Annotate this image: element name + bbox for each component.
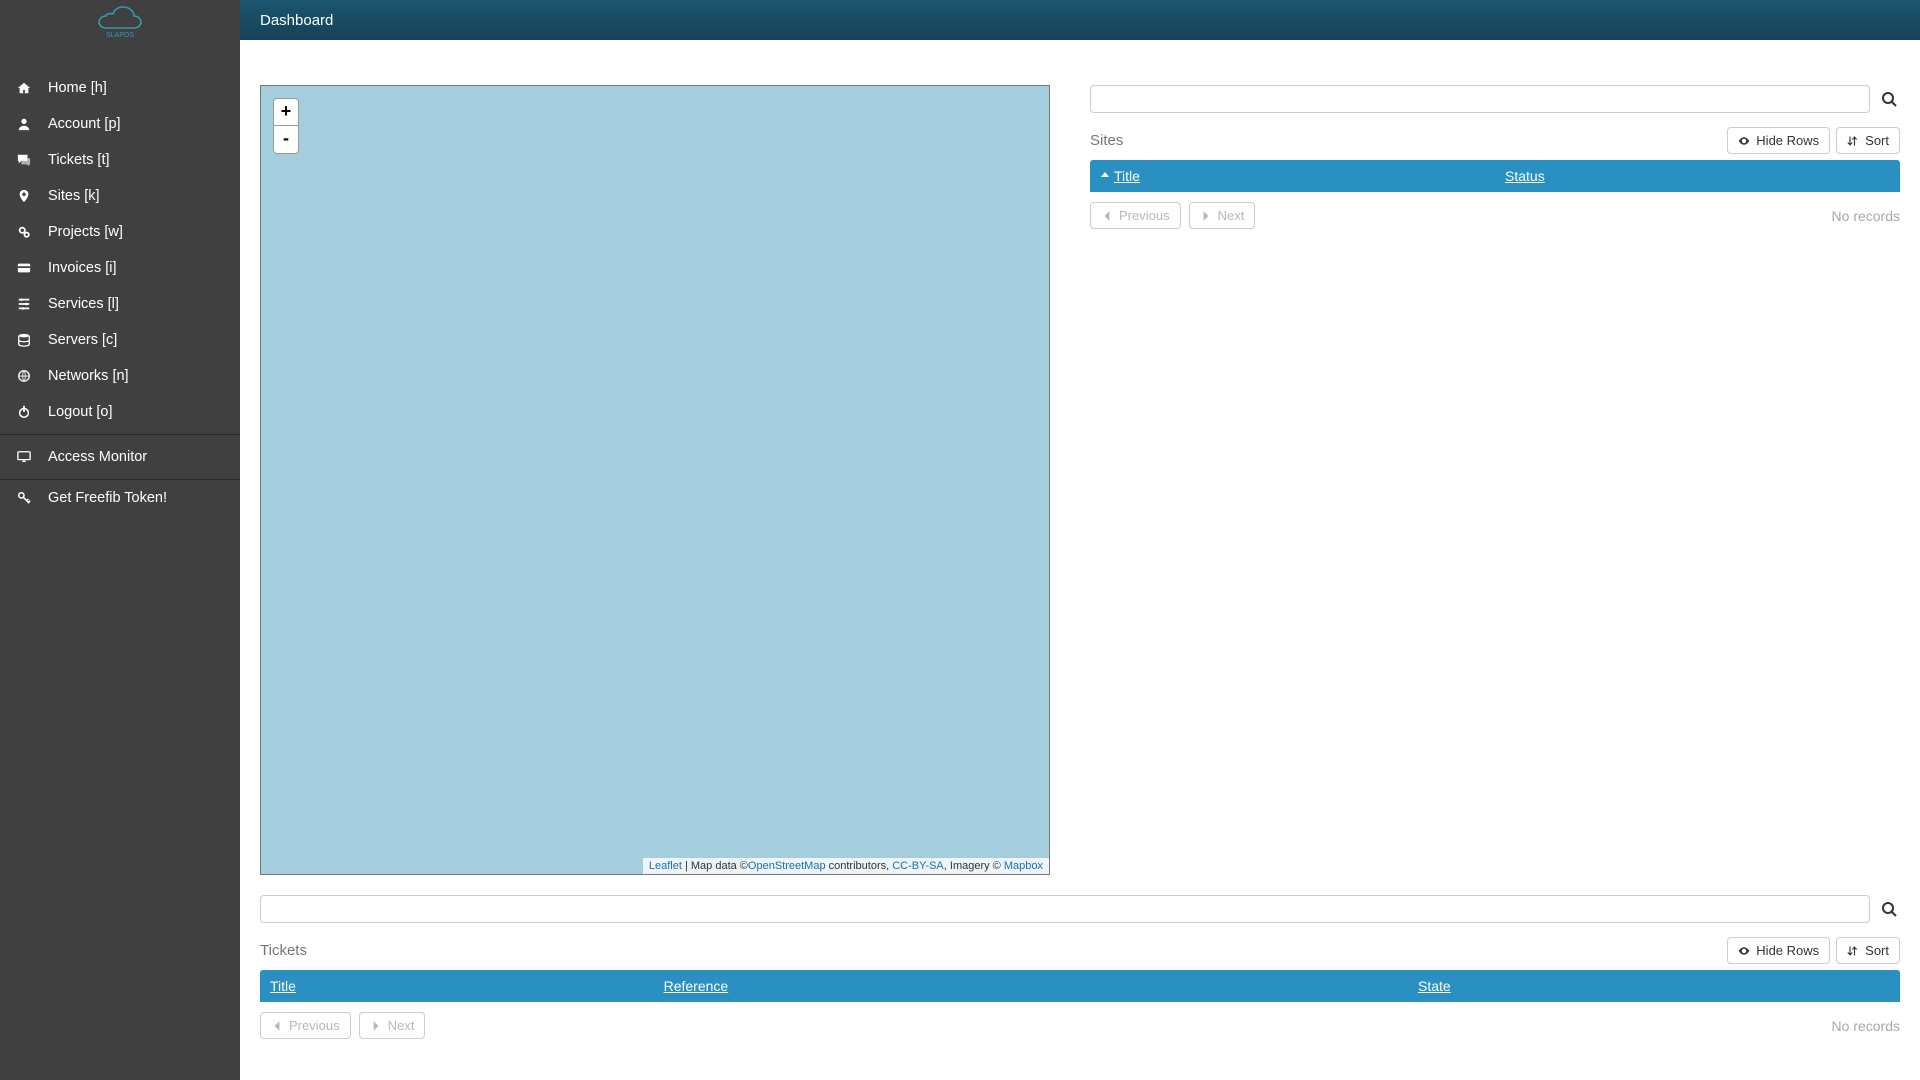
nav-services[interactable]: Services [l] [0,286,240,322]
marker-icon [16,189,32,203]
nav-invoices[interactable]: Invoices [i] [0,250,240,286]
tickets-hide-rows-button[interactable]: Hide Rows [1727,937,1830,964]
eye-icon [1738,945,1750,957]
nav-label: Servers [c] [48,332,117,348]
sites-next-button[interactable]: Next [1189,202,1256,229]
nav-label: Projects [w] [48,224,123,240]
gears-icon [16,225,32,239]
sort-icon [1847,945,1859,957]
tickets-prev-button[interactable]: Previous [260,1012,351,1039]
tickets-sort-button[interactable]: Sort [1836,937,1900,964]
nav-label: Sites [k] [48,188,100,204]
user-icon [16,117,32,131]
nav-home[interactable]: Home [h] [0,70,240,106]
nav-get-token[interactable]: Get Freefib Token! [0,480,240,516]
tickets-col-state[interactable]: State [1408,970,1900,1002]
caret-right-icon [370,1020,382,1032]
tickets-search-input[interactable] [260,895,1870,923]
nav-label: Get Freefib Token! [48,490,167,506]
nav-servers[interactable]: Servers [c] [0,322,240,358]
sites-search-input[interactable] [1090,85,1870,113]
nav-label: Account [p] [48,116,121,132]
content: + - Leaflet | Map data ©OpenStreetMap co… [240,40,1920,1080]
search-icon [1881,901,1897,917]
nav-label: Home [h] [48,80,107,96]
nav-label: Networks [n] [48,368,129,384]
tickets-search-button[interactable] [1878,898,1900,920]
tickets-col-reference[interactable]: Reference [654,970,1408,1002]
topbar: Dashboard [240,0,1920,40]
nav-projects[interactable]: Projects [w] [0,214,240,250]
brand-text: SLAPOS [106,32,134,39]
sites-panel: Sites Hide Rows Sort [1090,85,1900,875]
nav-tickets[interactable]: Tickets [t] [0,142,240,178]
nav-label: Services [l] [48,296,119,312]
nav-label: Tickets [t] [48,152,110,168]
nav-list: Home [h] Account [p] Tickets [t] Sites [… [0,40,240,516]
osm-link[interactable]: OpenStreetMap [748,860,826,872]
monitor-icon [16,450,32,464]
page-title: Dashboard [260,12,333,29]
tickets-title: Tickets [260,942,307,959]
database-icon [16,333,32,347]
comments-icon [16,153,32,167]
sites-col-title[interactable]: Title [1090,160,1495,192]
nav-account[interactable]: Account [p] [0,106,240,142]
sliders-icon [16,297,32,311]
cc-link[interactable]: CC-BY-SA [892,860,944,872]
home-icon [16,81,32,95]
nav-label: Access Monitor [48,449,147,465]
sites-search-button[interactable] [1878,88,1900,110]
nav-label: Invoices [i] [48,260,117,276]
eye-icon [1738,135,1750,147]
globe-icon [16,369,32,383]
map-zoom-in-button[interactable]: + [273,98,299,126]
tickets-table: Title Reference State [260,970,1900,1002]
brand-logo[interactable]: SLAPOS [0,0,240,40]
leaflet-link[interactable]: Leaflet [649,860,682,872]
caret-right-icon [1200,210,1212,222]
nav-sites[interactable]: Sites [k] [0,178,240,214]
sites-empty-text: No records [1832,208,1900,224]
power-icon [16,405,32,419]
tickets-empty-text: No records [1832,1018,1900,1034]
nav-logout[interactable]: Logout [o] [0,394,240,430]
caret-left-icon [1101,210,1113,222]
map[interactable]: + - Leaflet | Map data ©OpenStreetMap co… [260,85,1050,875]
main: Dashboard + - Leaflet | Map data ©OpenSt… [240,0,1920,1080]
nav-networks[interactable]: Networks [n] [0,358,240,394]
map-attribution: Leaflet | Map data ©OpenStreetMap contri… [643,858,1049,874]
sort-icon [1847,135,1859,147]
sites-title: Sites [1090,132,1123,149]
mapbox-link[interactable]: Mapbox [1004,860,1043,872]
search-icon [1881,91,1897,107]
tickets-panel: Tickets Hide Rows Sort Tit [260,895,1900,1039]
slapos-logo-icon: SLAPOS [92,0,148,40]
sites-table: Title Status [1090,160,1900,192]
sites-sort-button[interactable]: Sort [1836,127,1900,154]
sites-hide-rows-button[interactable]: Hide Rows [1727,127,1830,154]
sidebar: SLAPOS Home [h] Account [p] Tickets [t] … [0,0,240,1080]
map-panel: + - Leaflet | Map data ©OpenStreetMap co… [260,85,1050,875]
caret-left-icon [271,1020,283,1032]
nav-label: Logout [o] [48,404,113,420]
card-icon [16,261,32,275]
key-icon [16,491,32,505]
map-zoom-out-button[interactable]: - [273,126,299,154]
tickets-col-title[interactable]: Title [260,970,654,1002]
sites-prev-button[interactable]: Previous [1090,202,1181,229]
tickets-next-button[interactable]: Next [359,1012,426,1039]
sort-asc-icon [1100,171,1110,181]
sites-col-status[interactable]: Status [1495,160,1900,192]
nav-access-monitor[interactable]: Access Monitor [0,434,240,480]
map-zoom-controls: + - [273,98,299,154]
